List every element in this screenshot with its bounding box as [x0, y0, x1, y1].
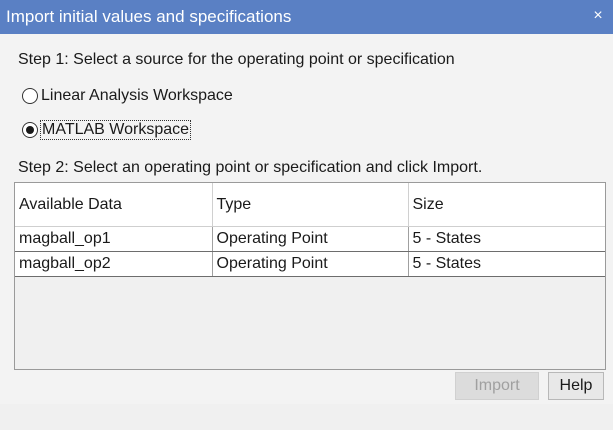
title-bar[interactable]: Import initial values and specifications…: [0, 0, 613, 34]
radio-label[interactable]: Linear Analysis Workspace: [41, 87, 233, 105]
column-header-type[interactable]: Type: [212, 183, 409, 227]
table-row[interactable]: magball_op2 Operating Point 5 - States: [15, 251, 605, 277]
status-bar: [0, 404, 613, 430]
radio-button-selected-icon[interactable]: [22, 122, 38, 138]
step2-label: Step 2: Select an operating point or spe…: [18, 159, 483, 176]
table-cell[interactable]: magball_op2: [15, 251, 213, 277]
table-row[interactable]: magball_op1 Operating Point 5 - States: [15, 226, 605, 252]
radio-button-icon[interactable]: [22, 88, 38, 104]
radio-matlab-workspace[interactable]: MATLAB Workspace: [22, 120, 192, 140]
help-button[interactable]: Help: [548, 372, 604, 400]
table-cell[interactable]: Operating Point: [212, 251, 409, 277]
table-cell[interactable]: Operating Point: [212, 226, 409, 252]
import-button[interactable]: Import: [455, 372, 539, 400]
window-title: Import initial values and specifications: [6, 7, 292, 26]
table-cell[interactable]: 5 - States: [408, 251, 605, 277]
column-header-size[interactable]: Size: [408, 183, 605, 227]
table-header-row: Available Data Type Size: [15, 183, 605, 227]
radio-label[interactable]: MATLAB Workspace: [39, 120, 192, 140]
import-dialog: Import initial values and specifications…: [0, 0, 613, 430]
close-icon[interactable]: ×: [589, 6, 607, 26]
radio-linear-analysis-workspace[interactable]: Linear Analysis Workspace: [22, 86, 233, 106]
table-cell[interactable]: 5 - States: [408, 226, 605, 252]
table-cell[interactable]: magball_op1: [15, 226, 213, 252]
step1-label: Step 1: Select a source for the operatin…: [18, 51, 455, 68]
available-data-table: Available Data Type Size magball_op1 Ope…: [14, 182, 606, 370]
column-header-available-data[interactable]: Available Data: [15, 183, 213, 227]
